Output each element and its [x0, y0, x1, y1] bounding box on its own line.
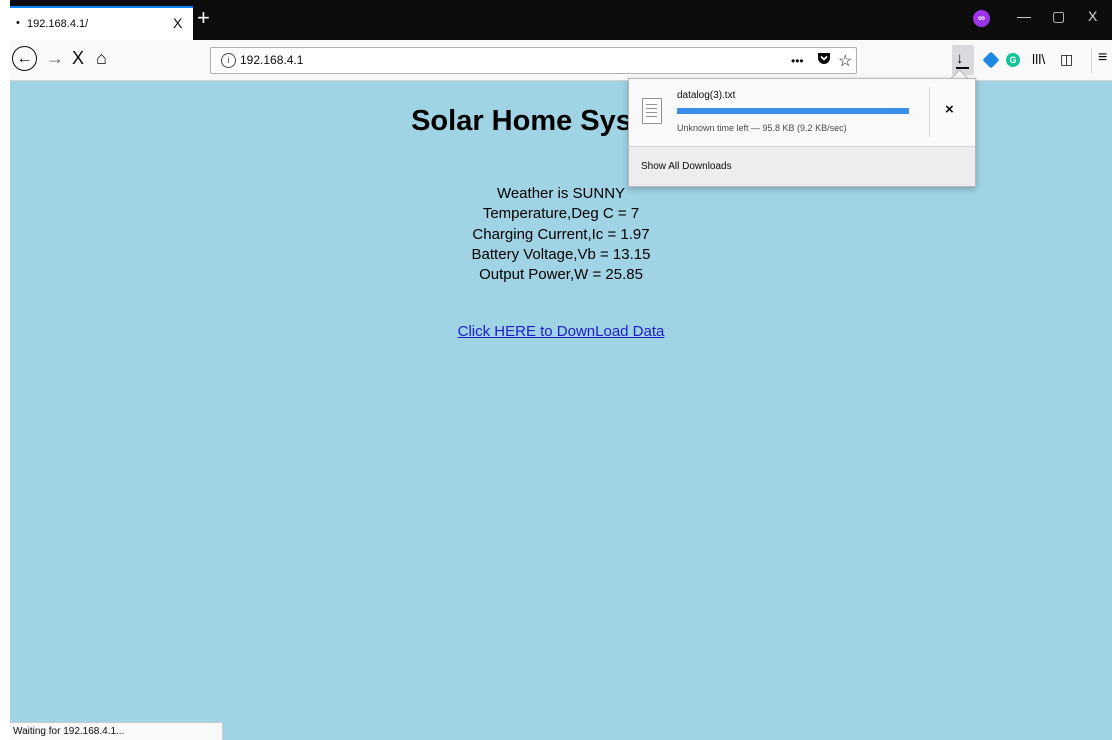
- url-text[interactable]: 192.168.4.1: [240, 53, 303, 67]
- download-arrow-icon: ↓: [956, 50, 964, 67]
- downloads-button[interactable]: ↓: [952, 45, 974, 75]
- download-progress-bar: [677, 108, 909, 114]
- restore-button[interactable]: ▢: [1052, 8, 1065, 25]
- bookmark-star-icon[interactable]: ☆: [838, 51, 852, 71]
- downloads-panel: datalog(3).txt Unknown time left — 95.8 …: [628, 78, 976, 187]
- text-file-icon: [642, 98, 662, 124]
- close-window-button[interactable]: X: [1088, 8, 1097, 24]
- page-actions-button[interactable]: •••: [791, 54, 804, 68]
- panel-divider: [929, 87, 930, 137]
- charging-current-reading: Charging Current,Ic = 1.97: [472, 225, 650, 243]
- output-power-reading: Output Power,W = 25.85: [479, 266, 643, 284]
- show-all-downloads-button[interactable]: Show All Downloads: [629, 147, 975, 186]
- download-filename: datalog(3).txt: [677, 90, 736, 101]
- status-text: Waiting for 192.168.4.1...: [13, 726, 125, 737]
- tab-active[interactable]: • 192.168.4.1/ X: [10, 6, 193, 40]
- tab-loading-indicator: •: [16, 17, 20, 29]
- pocket-icon[interactable]: [817, 52, 831, 68]
- navigation-toolbar: ← → X ⌂ i 192.168.4.1 ••• ☆ ↓ G lll\ ◫ ≡: [10, 40, 1112, 81]
- extension-gem-icon[interactable]: [982, 51, 1000, 69]
- new-tab-button[interactable]: +: [197, 7, 210, 29]
- url-bar[interactable]: i 192.168.4.1 ••• ☆: [210, 47, 857, 74]
- window-edge: [0, 0, 10, 740]
- temperature-reading: Temperature,Deg C = 7: [482, 205, 640, 223]
- weather-reading: Weather is SUNNY: [496, 185, 626, 202]
- sidebar-icon[interactable]: ◫: [1060, 51, 1073, 68]
- site-info-icon[interactable]: i: [221, 53, 236, 68]
- download-progress-fill: [677, 108, 909, 114]
- tab-close-button[interactable]: X: [173, 15, 182, 31]
- download-status-text: Unknown time left — 95.8 KB (9.2 KB/sec): [677, 123, 847, 133]
- tab-strip: • 192.168.4.1/ X + ∞ — ▢ X: [10, 0, 1112, 40]
- download-progress-line: [956, 67, 969, 69]
- status-bar: Waiting for 192.168.4.1...: [10, 722, 223, 740]
- forward-button[interactable]: →: [46, 48, 64, 69]
- back-button[interactable]: ←: [12, 46, 37, 71]
- grammarly-icon[interactable]: G: [1006, 53, 1020, 67]
- download-data-link[interactable]: Click HERE to DownLoad Data: [458, 323, 665, 340]
- private-browsing-icon: ∞: [973, 10, 990, 27]
- sensor-readings: Weather is SUNNY Temperature,Deg C = 7 C…: [10, 184, 1112, 285]
- battery-voltage-reading: Battery Voltage,Vb = 13.15: [471, 245, 651, 263]
- minimize-button[interactable]: —: [1017, 8, 1031, 24]
- library-icon[interactable]: lll\: [1032, 51, 1045, 67]
- show-all-downloads-label: Show All Downloads: [641, 161, 732, 172]
- toolbar-separator: [1091, 48, 1092, 73]
- stop-button[interactable]: X: [72, 48, 84, 69]
- hamburger-menu-icon[interactable]: ≡: [1098, 49, 1107, 67]
- home-button[interactable]: ⌂: [96, 48, 107, 69]
- tab-title: 192.168.4.1/: [27, 18, 89, 30]
- cancel-download-button[interactable]: ×: [945, 101, 954, 118]
